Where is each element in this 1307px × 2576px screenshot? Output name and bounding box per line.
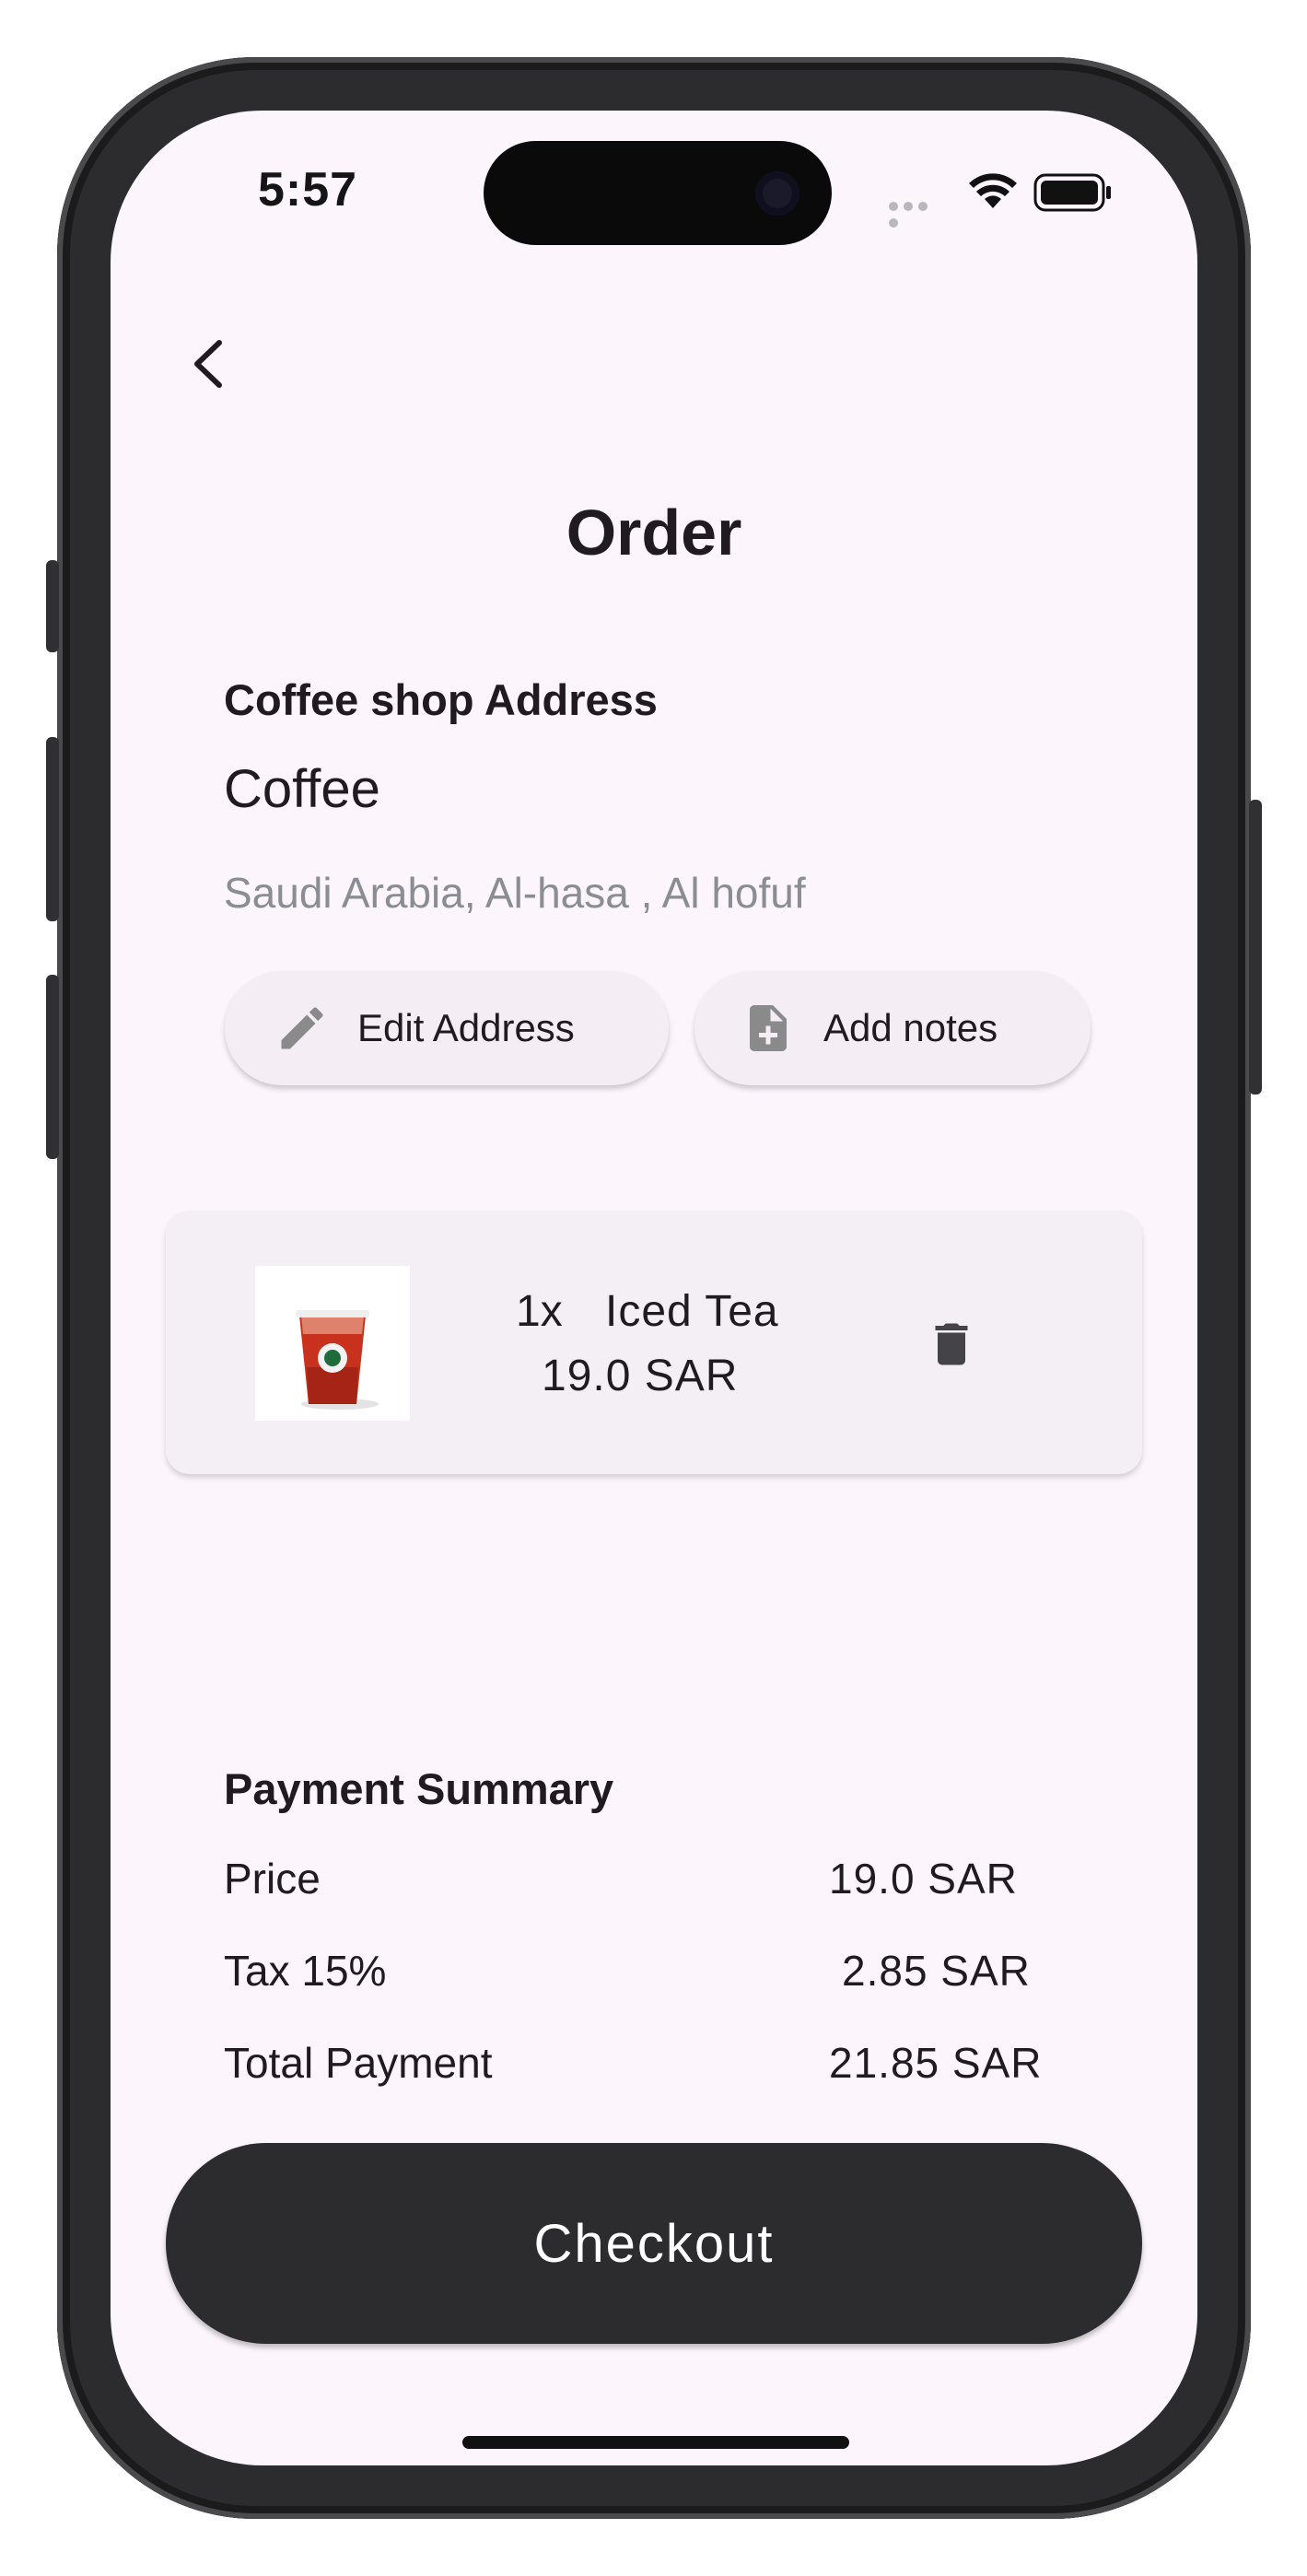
edit-address-button[interactable]: Edit Address: [225, 971, 669, 1085]
cart-item-card: 1x Iced Tea 19.0 SAR: [166, 1211, 1142, 1474]
note-add-icon: [741, 1001, 796, 1056]
pencil-icon: [274, 1001, 330, 1056]
action-button: [46, 560, 59, 652]
add-notes-label: Add notes: [823, 1006, 998, 1049]
shop-section-label: Coffee shop Address: [224, 675, 658, 724]
total-value: 21.85 SAR: [829, 2039, 1043, 2087]
tax-label: Tax 15%: [224, 1947, 387, 1995]
item-quantity: 1x: [516, 1287, 563, 1336]
payment-summary-title: Payment Summary: [224, 1764, 614, 1813]
app-screen: 5:57 Order Coffee shop Address Coffee Sa…: [111, 111, 1197, 2465]
volume-down-button: [46, 975, 59, 1159]
price-label: Price: [224, 1855, 321, 1903]
back-arrow-icon[interactable]: [166, 322, 249, 405]
tax-value: 2.85 SAR: [842, 1947, 1031, 1995]
trash-icon[interactable]: [924, 1315, 979, 1374]
signal-dots-icon: [889, 199, 946, 228]
shop-address: Saudi Arabia, Al-hasa , Al hofuf: [224, 869, 806, 917]
item-price: 19.0 SAR: [542, 1352, 739, 1400]
page-title: Order: [566, 497, 742, 568]
battery-icon: [1033, 173, 1111, 212]
power-button: [1249, 800, 1262, 1095]
camera-icon: [755, 171, 799, 216]
total-label: Total Payment: [224, 2039, 493, 2087]
price-value: 19.0 SAR: [829, 1855, 1018, 1903]
dynamic-island: [484, 141, 832, 245]
home-indicator: [462, 2436, 849, 2449]
checkout-button[interactable]: Checkout: [166, 2143, 1142, 2344]
item-name: Iced Tea: [605, 1287, 779, 1336]
checkout-label: Checkout: [533, 2213, 775, 2274]
add-notes-button[interactable]: Add notes: [694, 971, 1091, 1085]
shop-name: Coffee: [224, 759, 380, 819]
volume-up-button: [46, 737, 59, 921]
edit-address-label: Edit Address: [357, 1006, 575, 1049]
wifi-icon: [969, 173, 1017, 208]
item-image: [255, 1266, 410, 1421]
status-time: 5:57: [258, 163, 358, 217]
